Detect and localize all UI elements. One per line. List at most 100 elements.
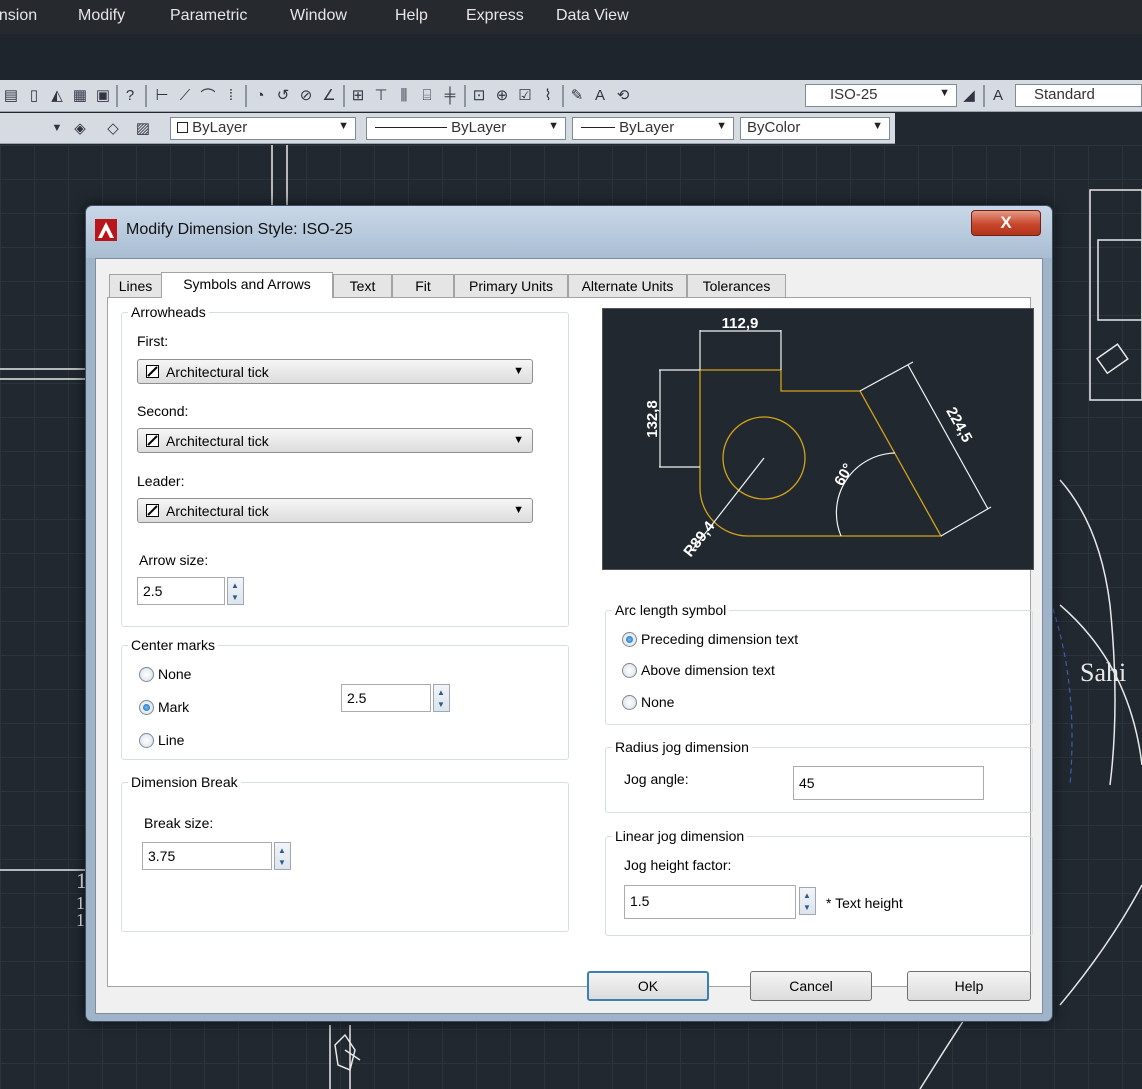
radio-label[interactable]: None <box>641 694 674 710</box>
aligned-dim-icon[interactable]: ⟋ <box>176 86 194 104</box>
help-icon[interactable]: ? <box>121 86 139 104</box>
line-sample-icon <box>581 127 615 128</box>
button-label: OK <box>637 978 659 994</box>
dim-text-edit-icon[interactable]: A <box>591 86 609 104</box>
inspect-icon[interactable]: ☑ <box>516 86 534 104</box>
center-mark-mark-radio[interactable] <box>139 700 154 715</box>
calculator-icon[interactable]: ▣ <box>94 86 112 104</box>
linear-jog-group: Linear jog dimension Jog height factor: … <box>605 828 1033 936</box>
preview-dim-top: 112,9 <box>722 315 759 332</box>
button-label: Cancel <box>789 978 833 994</box>
layer-icon[interactable]: ▤ <box>2 86 20 104</box>
first-arrowhead-select[interactable]: Architectural tick ▼ <box>137 359 533 384</box>
color-combo[interactable]: ByLayer ▼ <box>170 117 356 140</box>
linetype-combo[interactable]: ByLayer ▼ <box>366 117 566 140</box>
textstyle-combo[interactable]: Standard <box>1015 84 1142 107</box>
tab-alternate-units[interactable]: Alternate Units <box>568 274 687 297</box>
radio-label[interactable]: Line <box>158 732 184 748</box>
jog-line-icon[interactable]: ⌇ <box>539 86 557 104</box>
radio-label[interactable]: Above dimension text <box>641 662 775 678</box>
arc-none-radio[interactable] <box>622 695 637 710</box>
ok-button[interactable]: OK <box>587 971 709 1001</box>
arrow-size-input[interactable]: 2.5 <box>137 577 225 605</box>
layer-state-icon[interactable]: ▦ <box>71 86 89 104</box>
menu-window[interactable]: Window <box>290 7 347 25</box>
center-mark-icon[interactable]: ⊕ <box>493 86 511 104</box>
chevron-down-icon: ▼ <box>513 434 524 446</box>
plotstyle-combo[interactable]: ByColor ▼ <box>740 117 890 140</box>
chevron-down-icon[interactable]: ▼ <box>48 119 66 137</box>
radio-label[interactable]: Preceding dimension text <box>641 631 798 647</box>
tab-symbols-and-arrows[interactable]: Symbols and Arrows <box>161 272 333 298</box>
chevron-down-icon: ▼ <box>939 87 950 99</box>
jog-angle-input[interactable]: 45 <box>793 766 984 800</box>
preview-drawing: 112,9 132,8 224,5 60° R89,4 <box>644 315 992 560</box>
menu-express[interactable]: Express <box>466 7 524 25</box>
linear-dim-icon[interactable]: ⊢ <box>153 86 171 104</box>
menu-dimension[interactable]: ension <box>0 7 37 25</box>
menu-modify[interactable]: Modify <box>78 7 125 25</box>
angular-icon[interactable]: ∠ <box>320 86 338 104</box>
layer-previous-icon[interactable]: ◈ <box>71 119 89 137</box>
menu-data-view[interactable]: Data View <box>556 7 629 25</box>
diameter-icon[interactable]: ⊘ <box>297 86 315 104</box>
break-size-input[interactable]: 3.75 <box>142 842 272 870</box>
space-icon[interactable]: ⌸ <box>418 86 436 104</box>
leader-arrowhead-select[interactable]: Architectural tick ▼ <box>137 498 533 523</box>
second-arrowhead-label: Second: <box>137 403 189 419</box>
break-size-spinner[interactable]: ▲ ▼ <box>274 842 291 870</box>
cancel-button[interactable]: Cancel <box>750 971 872 1001</box>
center-mark-size-spinner[interactable]: ▲ ▼ <box>433 684 450 712</box>
baseline-icon[interactable]: ⊤ <box>372 86 390 104</box>
toolbar-separator <box>464 85 466 107</box>
center-mark-none-radio[interactable] <box>139 667 154 682</box>
jogged-icon[interactable]: ↺ <box>274 86 292 104</box>
radio-label[interactable]: Mark <box>158 699 189 715</box>
layer-isolate-icon[interactable]: ◇ <box>104 119 122 137</box>
toolbar-separator <box>562 85 564 107</box>
help-button[interactable]: Help <box>907 971 1031 1001</box>
menu-bar: ension Modify Parametric Window Help Exp… <box>0 0 1142 34</box>
drawing-digit: 1 <box>76 910 85 930</box>
jog-angle-label: Jog angle: <box>624 771 689 787</box>
arc-above-radio[interactable] <box>622 663 637 678</box>
dimstyle-manager-icon[interactable]: ◢ <box>960 86 978 104</box>
dim-update-icon[interactable]: ⟲ <box>614 86 632 104</box>
dim-edit-icon[interactable]: ✎ <box>568 86 586 104</box>
spin-down-icon: ▼ <box>437 700 445 709</box>
quick-dim-icon[interactable]: ⊞ <box>349 86 367 104</box>
close-button[interactable]: X <box>971 210 1041 236</box>
tab-fit[interactable]: Fit <box>392 274 454 297</box>
dimstyle-combo[interactable]: ISO-25 ▼ <box>805 84 957 107</box>
eraser-icon[interactable]: ◭ <box>48 86 66 104</box>
radio-label[interactable]: None <box>158 666 191 682</box>
radius-icon[interactable]: ◔ <box>251 86 269 104</box>
arrow-size-spinner[interactable]: ▲ ▼ <box>227 577 244 605</box>
document-icon[interactable]: ▯ <box>25 86 43 104</box>
spin-up-icon: ▲ <box>437 688 445 697</box>
spin-up-icon: ▲ <box>231 581 239 590</box>
tab-panel-symbols-and-arrows: Arrowheads First: Architectural tick ▼ S… <box>107 297 1034 987</box>
jog-height-input[interactable]: 1.5 <box>624 885 796 919</box>
tab-text[interactable]: Text <box>333 274 392 297</box>
text-style-icon[interactable]: A <box>989 86 1007 104</box>
leader-arrowhead-value: Architectural tick <box>166 503 269 519</box>
break-icon[interactable]: ╪ <box>441 86 459 104</box>
second-arrowhead-select[interactable]: Architectural tick ▼ <box>137 428 533 453</box>
menu-parametric[interactable]: Parametric <box>170 7 247 25</box>
ordinate-icon[interactable]: ⁞ <box>222 86 240 104</box>
menu-help[interactable]: Help <box>395 7 428 25</box>
arc-length-icon[interactable]: ⌒ <box>199 86 217 105</box>
dialog-titlebar[interactable]: Modify Dimension Style: ISO-25 X <box>86 206 1052 258</box>
layer-match-icon[interactable]: ▨ <box>134 119 152 137</box>
tolerance-icon[interactable]: ⊡ <box>470 86 488 104</box>
jog-height-spinner[interactable]: ▲ ▼ <box>799 887 816 915</box>
tab-tolerances[interactable]: Tolerances <box>687 274 786 297</box>
lineweight-combo[interactable]: ByLayer ▼ <box>572 117 734 140</box>
tab-primary-units[interactable]: Primary Units <box>454 274 568 297</box>
center-mark-size-input[interactable]: 2.5 <box>341 684 431 712</box>
arc-preceding-radio[interactable] <box>622 632 637 647</box>
tab-lines[interactable]: Lines <box>109 274 162 297</box>
continue-icon[interactable]: ⫼ <box>395 86 413 104</box>
center-mark-line-radio[interactable] <box>139 733 154 748</box>
